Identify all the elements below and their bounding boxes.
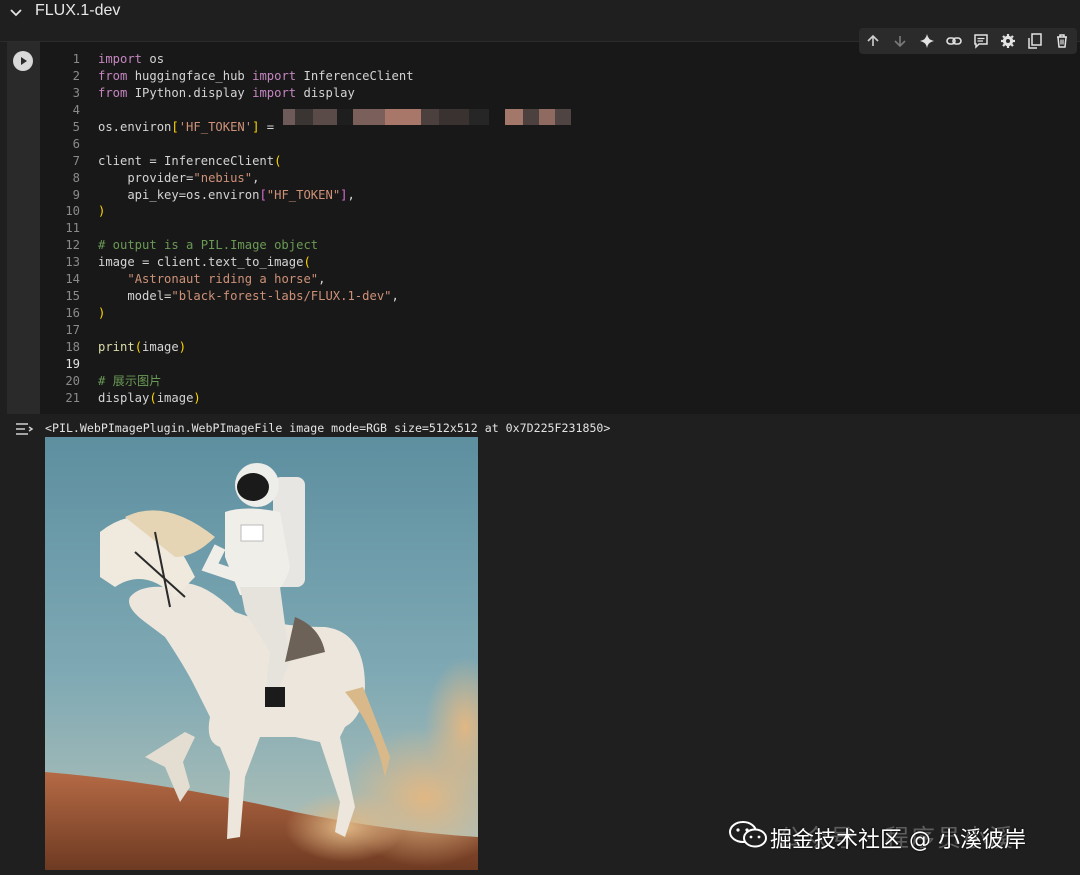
watermark-text: 掘金技术社区 @ 小溪彼岸 (770, 828, 1026, 853)
arrow-up-icon[interactable] (863, 31, 883, 51)
output-text: <PIL.WebPImagePlugin.WebPImageFile image… (45, 421, 611, 435)
cell-output: <PIL.WebPImagePlugin.WebPImageFile image… (0, 414, 1080, 875)
redacted-token (283, 109, 573, 125)
comment-icon[interactable] (971, 31, 991, 51)
watermark: 公众号 · 程序员小溪 掘金技术社区 @ 小溪彼岸 (728, 818, 1068, 854)
code-line: 12 # output is a PIL.Image object (65, 238, 319, 253)
code-line: 6 (72, 136, 80, 151)
code-line: 17 (65, 323, 80, 337)
code-cell[interactable]: 1 import os 2 from huggingface_hub import … (7, 42, 1080, 414)
chevron-down-icon[interactable] (8, 4, 24, 20)
link-icon[interactable] (944, 31, 964, 51)
code-line: 7 client = InferenceClient( (72, 153, 282, 168)
code-editor[interactable]: 1 import os 2 from huggingface_hub import … (47, 51, 1077, 407)
code-line: 16) (65, 306, 106, 321)
cell-toolbar (859, 28, 1077, 54)
trash-icon[interactable] (1052, 31, 1072, 51)
code-line: 15 model="black-forest-labs/FLUX.1-dev", (65, 289, 399, 304)
code-line: 3 from IPython.display import display (72, 85, 355, 100)
wechat-logo-icon (728, 820, 768, 850)
code-line: 20 # 展示图片 (65, 373, 162, 388)
mirror-cell-icon[interactable] (1025, 31, 1045, 51)
section-title[interactable]: FLUX.1-dev (35, 2, 120, 20)
code-line: 21 display(image) (65, 390, 201, 405)
output-actions-icon[interactable] (14, 421, 34, 437)
run-cell-button[interactable] (13, 51, 33, 71)
gear-icon[interactable] (998, 31, 1018, 51)
code-line: 2 from huggingface_hub import InferenceCl… (72, 68, 414, 83)
code-line: 10) (65, 204, 106, 219)
code-line: 9 api_key=os.environ["HF_TOKEN"], (72, 187, 355, 202)
code-line: 19 (65, 356, 80, 371)
arrow-down-icon[interactable] (890, 31, 910, 51)
code-line: 11 (65, 221, 80, 236)
code-line: 14 "Astronaut riding a horse", (65, 272, 326, 287)
code-line: 8 provider="nebius", (72, 170, 260, 185)
sparkle-icon[interactable] (917, 31, 937, 51)
cell-gutter (7, 42, 40, 414)
play-icon (14, 52, 32, 70)
code-line: 13 image = client.text_to_image( (65, 255, 311, 270)
code-line: 18 print(image) (65, 339, 187, 354)
generated-image (45, 437, 478, 870)
